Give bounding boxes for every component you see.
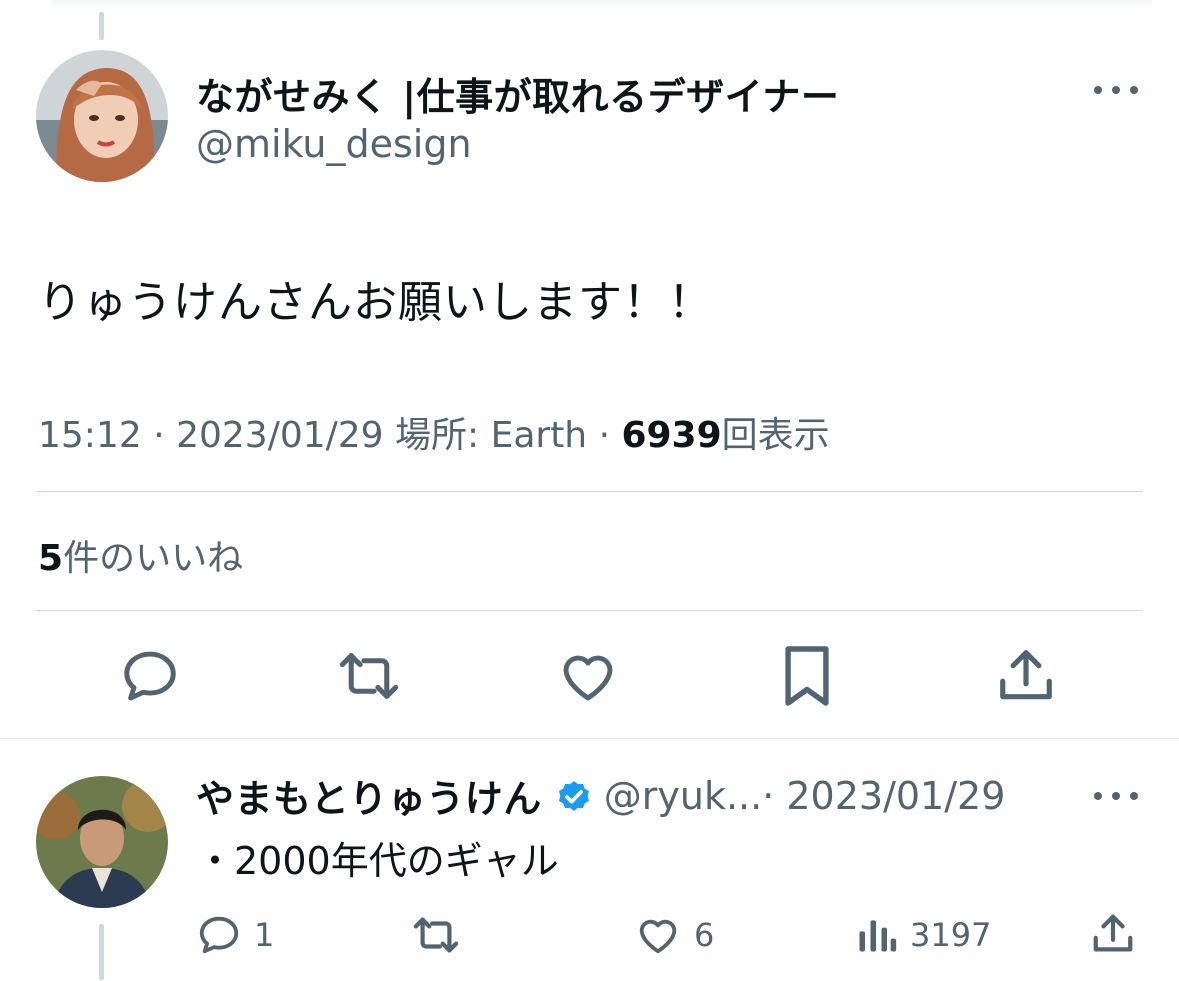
top-divider [52,0,1152,8]
likes-link[interactable]: 5件のいいね [38,529,243,581]
reply-count: 1 [254,916,275,954]
reply-icon[interactable] [115,641,185,711]
author-handle[interactable]: @miku_design [196,122,472,166]
reply-avatar[interactable] [36,776,168,908]
thread-line-bottom [99,924,104,980]
divider [36,491,1143,492]
reply-text: ・2000年代のギャル [196,839,559,883]
section-divider [0,738,1179,739]
reply-author-name[interactable]: やまもとりゅうけん [196,768,542,823]
views-icon [859,920,897,952]
author-avatar[interactable] [36,50,168,182]
views-label: 回表示 [721,415,830,456]
retweet-icon [413,917,459,953]
reply-like-button[interactable]: 6 [634,912,714,958]
views-count: 6939 [621,415,722,456]
reply-more-icon[interactable] [1094,786,1138,806]
tweet-meta: 15:12 · 2023/01/29 場所: Earth · 6939回表示 [38,406,830,458]
reply-author-handle[interactable]: @ryuk... [604,774,762,818]
likes-count: 5 [38,538,64,579]
more-icon[interactable] [1094,80,1138,100]
like-count: 6 [694,916,715,954]
reply-date[interactable]: · 2023/01/29 [762,774,1005,818]
view-count: 3197 [910,916,992,954]
share-icon [1093,914,1133,952]
author-name[interactable]: ながせみく |仕事が取れるデザイナー [196,66,839,121]
reply-share-button[interactable] [1090,910,1136,958]
likes-label: 件のいいね [63,538,244,579]
reply-icon [199,916,239,954]
like-icon [639,919,677,954]
tweet-time: 15:12 · 2023/01/29 場所: Earth · [38,415,622,456]
reply-header: やまもとりゅうけん @ryuk... · 2023/01/29 [196,768,1005,823]
divider [36,610,1143,611]
reply-views-button[interactable]: 3197 [854,912,991,958]
retweet-icon[interactable] [334,641,404,711]
tweet-text: りゅうけんさんお願いします！！ [38,277,713,328]
share-icon[interactable] [991,641,1061,711]
reply-reply-button[interactable]: 1 [196,912,274,958]
verified-badge-icon [554,776,594,816]
reply-retweet-button[interactable] [410,912,462,958]
like-icon[interactable] [553,641,623,711]
bookmark-icon[interactable] [772,641,842,711]
thread-line-top [99,12,104,40]
